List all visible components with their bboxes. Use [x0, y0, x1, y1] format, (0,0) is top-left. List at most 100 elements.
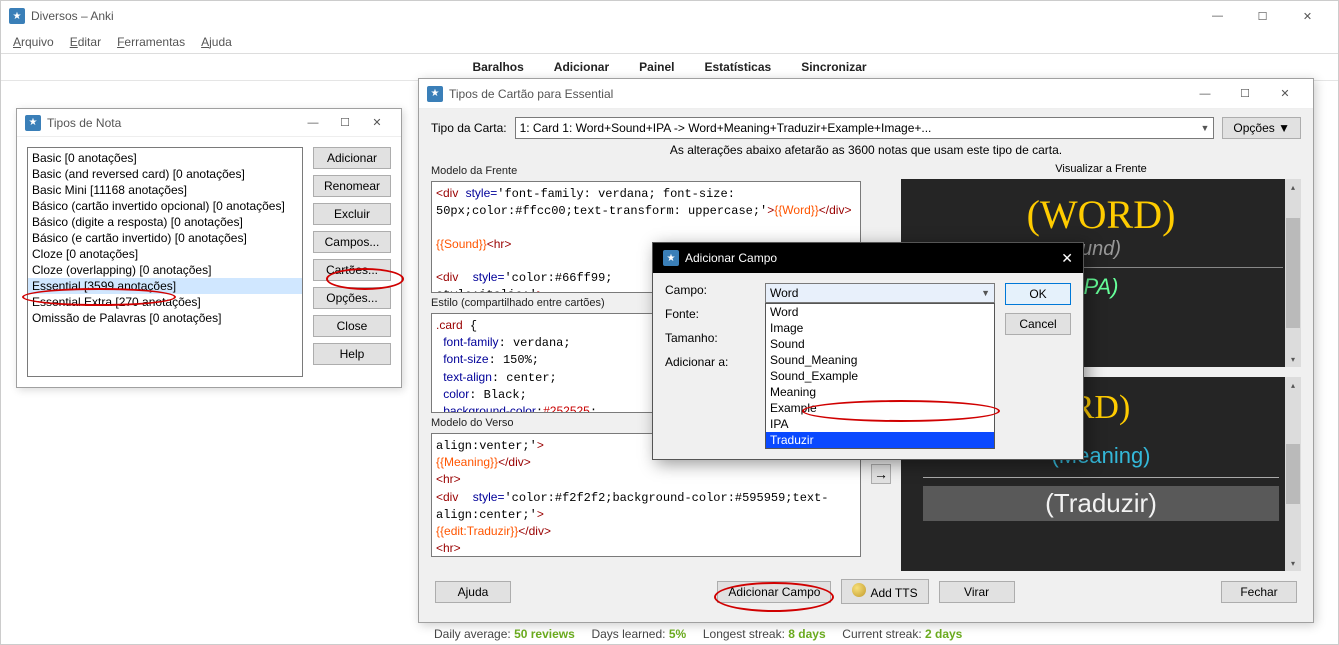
preview-front-label: Visualizar a Frente	[901, 163, 1301, 175]
menu-help[interactable]: Ajuda	[201, 35, 232, 49]
field-combo[interactable]: Word ▼	[765, 283, 995, 303]
field-label: Campo:	[665, 283, 755, 297]
info-text: As alterações abaixo afetarão as 3600 no…	[431, 143, 1301, 157]
options-button[interactable]: Opções...	[313, 287, 391, 309]
card-type-select[interactable]: 1: Card 1: Word+Sound+IPA -> Word+Meanin…	[515, 117, 1215, 139]
scroll-up-icon[interactable]: ▴	[1285, 179, 1301, 195]
card-types-title: Tipos de Cartão para Essential	[449, 87, 613, 101]
add-field-titlebar: ★ Adicionar Campo ✕	[653, 243, 1083, 273]
list-item[interactable]: Essential Extra [270 anotações]	[28, 294, 302, 310]
preview-traduzir: (Traduzir)	[923, 486, 1279, 521]
help-button[interactable]: Ajuda	[435, 581, 511, 603]
field-combo-value: Word	[770, 286, 798, 300]
list-item[interactable]: Cloze [0 anotações]	[28, 246, 302, 262]
scroll-thumb[interactable]	[1286, 218, 1300, 328]
longest-val: 8 days	[788, 627, 825, 641]
help-button[interactable]: Help	[313, 343, 391, 365]
scroll-down-icon[interactable]: ▾	[1285, 351, 1301, 367]
main-title-bar: ★ Diversos – Anki — ☐ ✕	[1, 1, 1338, 31]
longest-label: Longest streak:	[703, 627, 785, 641]
combo-item[interactable]: IPA	[766, 416, 994, 432]
list-item[interactable]: Básico (cartão invertido opcional) [0 an…	[28, 198, 302, 214]
cards-button[interactable]: Cartões...	[313, 259, 391, 281]
list-item[interactable]: Basic (and reversed card) [0 anotações]	[28, 166, 302, 182]
add-tts-label: Add TTS	[870, 586, 917, 600]
scroll-thumb[interactable]	[1286, 444, 1300, 504]
delete-button[interactable]: Excluir	[313, 203, 391, 225]
anki-icon: ★	[25, 115, 41, 131]
card-type-label: Tipo da Carta:	[431, 121, 507, 135]
add-field-button[interactable]: Adicionar Campo	[717, 581, 831, 603]
scroll-up-icon[interactable]: ▴	[1285, 377, 1301, 393]
close-icon[interactable]: ✕	[1061, 250, 1073, 267]
add-tts-button[interactable]: Add TTS	[841, 579, 928, 604]
maximize-button[interactable]: ☐	[1240, 2, 1285, 30]
current-val: 2 days	[925, 627, 962, 641]
menu-tools[interactable]: Ferramentas	[117, 35, 185, 49]
front-template-label: Modelo da Frente	[431, 163, 861, 179]
note-types-maximize[interactable]: ☐	[329, 109, 361, 137]
minimize-button[interactable]: —	[1195, 2, 1240, 30]
rename-button[interactable]: Renomear	[313, 175, 391, 197]
combo-item-highlighted[interactable]: Traduzir	[766, 432, 994, 448]
size-label: Tamanho:	[665, 331, 755, 345]
list-item-selected[interactable]: Essential [3599 anotações]	[28, 278, 302, 294]
close-button[interactable]: Close	[313, 315, 391, 337]
anki-icon: ★	[9, 8, 25, 24]
anki-icon: ★	[663, 250, 679, 266]
note-types-minimize[interactable]: —	[297, 109, 329, 137]
toolbar-stats[interactable]: Estatísticas	[705, 60, 772, 74]
scrollbar-vertical[interactable]: ▴ ▾	[1285, 179, 1301, 367]
note-types-list[interactable]: Basic [0 anotações] Basic (and reversed …	[27, 147, 303, 377]
combo-item[interactable]: Sound	[766, 336, 994, 352]
ok-button[interactable]: OK	[1005, 283, 1071, 305]
add-button[interactable]: Adicionar	[313, 147, 391, 169]
note-types-titlebar: ★ Tipos de Nota — ☐ ✕	[17, 109, 401, 137]
cancel-button[interactable]: Cancel	[1005, 313, 1071, 335]
combo-item[interactable]: Example	[766, 400, 994, 416]
combo-item[interactable]: Word	[766, 304, 994, 320]
card-type-value: 1: Card 1: Word+Sound+IPA -> Word+Meanin…	[520, 121, 932, 135]
learned-label: Days learned:	[591, 627, 665, 641]
daily-val: 50 reviews	[514, 627, 575, 641]
note-types-dialog: ★ Tipos de Nota — ☐ ✕ Basic [0 anotações…	[16, 108, 402, 388]
toolbar-browse[interactable]: Painel	[639, 60, 674, 74]
list-item[interactable]: Basic Mini [11168 anotações]	[28, 182, 302, 198]
options-button[interactable]: Opções ▼	[1222, 117, 1301, 139]
combo-item[interactable]: Sound_Meaning	[766, 352, 994, 368]
current-label: Current streak:	[842, 627, 921, 641]
field-combo-dropdown[interactable]: Word Image Sound Sound_Meaning Sound_Exa…	[765, 303, 995, 449]
menu-file[interactable]: Arquivo	[13, 35, 54, 49]
card-types-minimize[interactable]: —	[1185, 80, 1225, 108]
flip-button[interactable]: Virar	[939, 581, 1015, 603]
scrollbar-vertical[interactable]: ▴ ▾	[1285, 377, 1301, 571]
close-button[interactable]: Fechar	[1221, 581, 1297, 603]
list-item[interactable]: Cloze (overlapping) [0 anotações]	[28, 262, 302, 278]
toolbar-add[interactable]: Adicionar	[554, 60, 609, 74]
toolbar-sync[interactable]: Sincronizar	[801, 60, 866, 74]
card-types-maximize[interactable]: ☐	[1225, 80, 1265, 108]
preview-word: (WORD)	[909, 191, 1293, 238]
chevron-down-icon: ▼	[981, 288, 990, 298]
toolbar-decks[interactable]: Baralhos	[472, 60, 523, 74]
expand-arrow-back[interactable]: →	[871, 464, 891, 484]
list-item[interactable]: Basic [0 anotações]	[28, 150, 302, 166]
note-types-close[interactable]: ✕	[361, 109, 393, 137]
stats-footer: Daily average: 50 reviews Days learned: …	[418, 623, 1314, 645]
list-item[interactable]: Básico (e cartão invertido) [0 anotações…	[28, 230, 302, 246]
card-types-close[interactable]: ✕	[1265, 80, 1305, 108]
card-types-titlebar: ★ Tipos de Cartão para Essential — ☐ ✕	[419, 79, 1313, 109]
fields-button[interactable]: Campos...	[313, 231, 391, 253]
learned-val: 5%	[669, 627, 686, 641]
close-button[interactable]: ✕	[1285, 2, 1330, 30]
combo-item[interactable]: Sound_Example	[766, 368, 994, 384]
list-item[interactable]: Básico (digite a resposta) [0 anotações]	[28, 214, 302, 230]
list-item[interactable]: Omissão de Palavras [0 anotações]	[28, 310, 302, 326]
scroll-down-icon[interactable]: ▾	[1285, 555, 1301, 571]
combo-item[interactable]: Meaning	[766, 384, 994, 400]
main-toolbar: Baralhos Adicionar Painel Estatísticas S…	[1, 53, 1338, 81]
addto-label: Adicionar a:	[665, 355, 755, 369]
combo-item[interactable]: Image	[766, 320, 994, 336]
daily-label: Daily average:	[434, 627, 511, 641]
menu-edit[interactable]: Editar	[70, 35, 101, 49]
